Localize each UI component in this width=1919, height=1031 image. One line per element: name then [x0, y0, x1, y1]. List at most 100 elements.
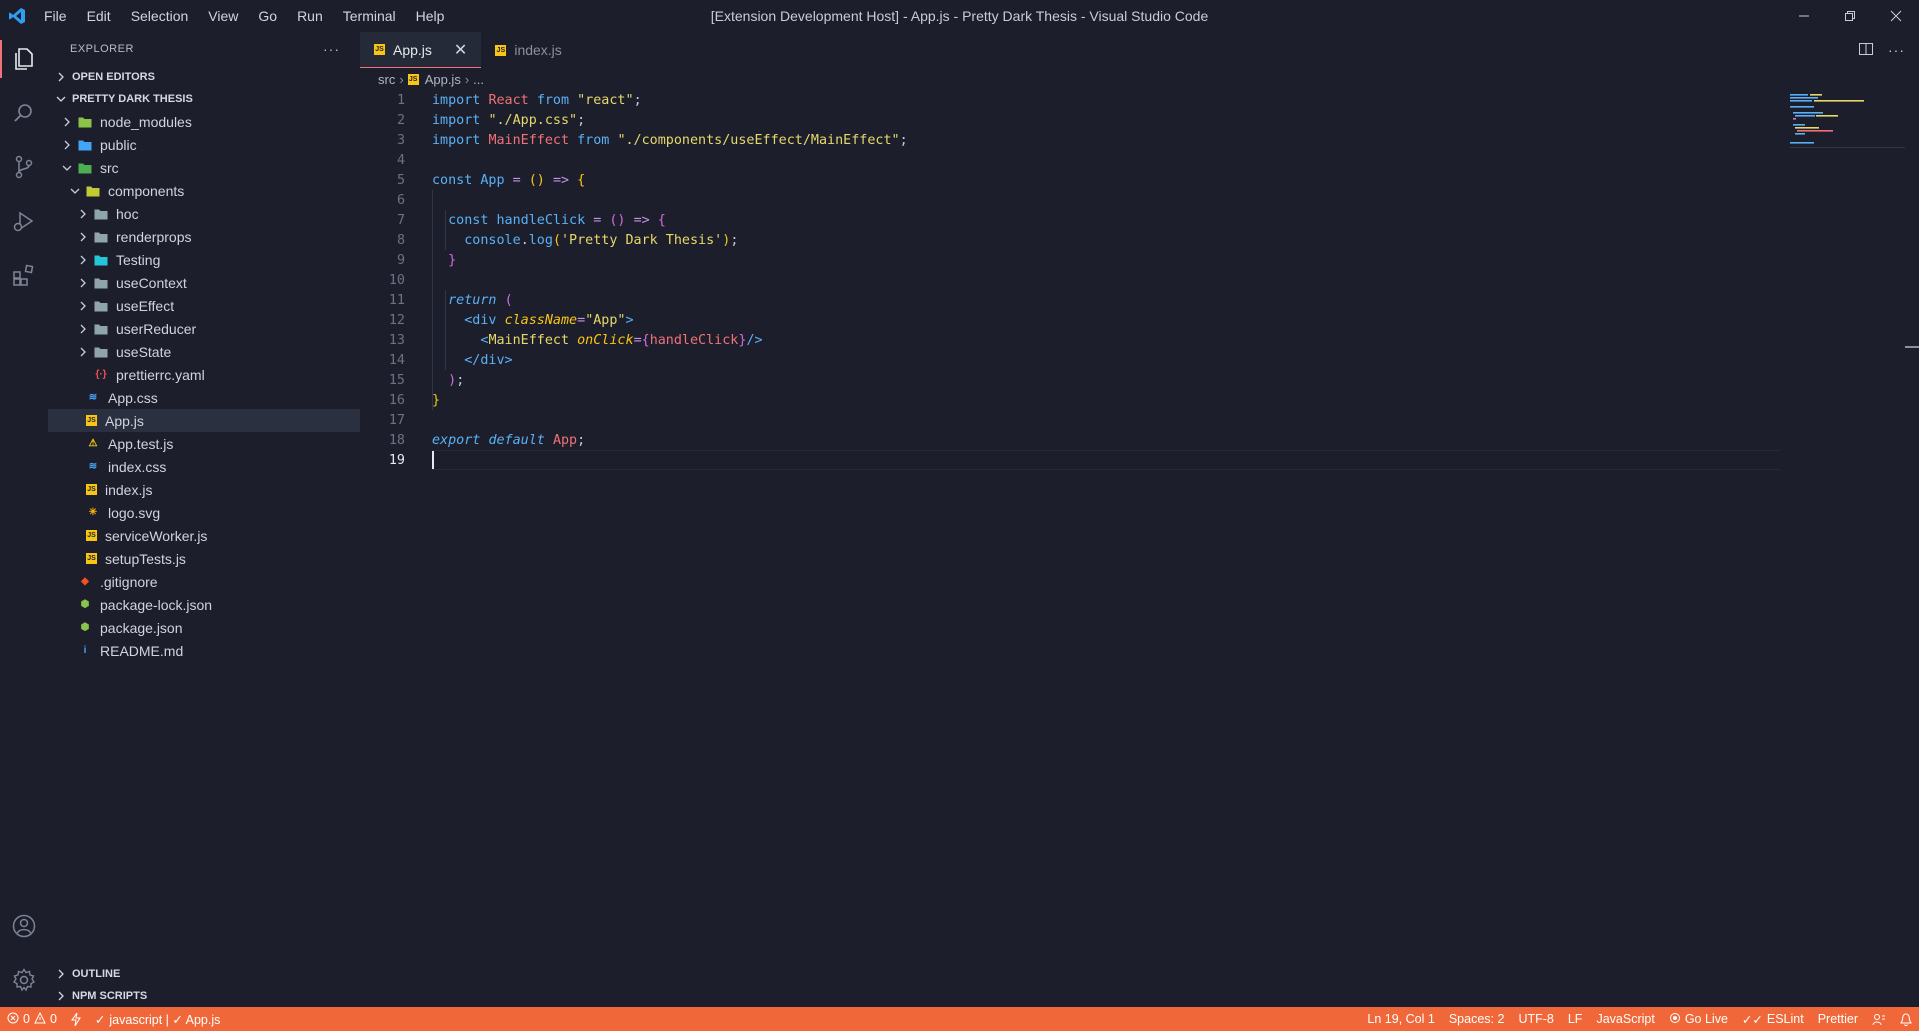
eslint-status[interactable]: ✓✓ ESLint — [1735, 1012, 1811, 1027]
code-token: = — [512, 172, 529, 188]
tree-file[interactable]: ✳ logo.svg — [48, 501, 360, 524]
tree-folder[interactable]: hoc — [48, 202, 360, 225]
tree-item-label: hoc — [116, 205, 139, 222]
tree-file[interactable]: {·} prettierrc.yaml — [48, 363, 360, 386]
menu-file[interactable]: File — [34, 0, 77, 32]
tree-folder[interactable]: Testing — [48, 248, 360, 271]
line-number: 2 — [396, 112, 405, 128]
code-text — [432, 451, 434, 469]
line-number: 1 — [396, 92, 405, 108]
menu-edit[interactable]: Edit — [77, 0, 121, 32]
tree-folder[interactable]: components — [48, 179, 360, 202]
go-live-button[interactable]: Go Live — [1662, 1012, 1735, 1027]
extensions-icon[interactable] — [0, 248, 48, 302]
cursor-position[interactable]: Ln 19, Col 1 — [1360, 1012, 1441, 1026]
explorer-sidebar: EXPLORER ··· OPEN EDITORS PRETTY DARK TH… — [48, 32, 360, 1007]
menu-run[interactable]: Run — [287, 0, 333, 32]
end-of-line[interactable]: LF — [1561, 1012, 1590, 1026]
tree-item-label: useContext — [116, 274, 187, 291]
code-text: <div className="App"> — [432, 313, 633, 328]
tree-file[interactable]: JS index.js — [48, 478, 360, 501]
code-token: const — [432, 172, 481, 188]
prettier-status[interactable]: Prettier — [1811, 1012, 1865, 1026]
tree-file[interactable]: ◆ .gitignore — [48, 570, 360, 593]
problems-indicator[interactable]: 0 0 — [0, 1011, 64, 1027]
tree-folder[interactable]: public — [48, 133, 360, 156]
line-number: 9 — [396, 252, 405, 268]
tab-app-js[interactable]: JS App.js ✕ — [360, 32, 482, 68]
breadcrumb-file[interactable]: App.js — [425, 72, 461, 87]
scrollbar-marker[interactable] — [1905, 346, 1919, 348]
code-token: ; — [577, 112, 586, 128]
chevron-right-icon — [60, 115, 74, 129]
tree-item-label: package.json — [100, 619, 183, 636]
indentation[interactable]: Spaces: 2 — [1442, 1012, 1512, 1026]
menu-help[interactable]: Help — [406, 0, 455, 32]
run-debug-icon[interactable] — [0, 194, 48, 248]
tree-folder[interactable]: useState — [48, 340, 360, 363]
minimap[interactable] — [1790, 90, 1905, 150]
tree-file[interactable]: ⚠ App.test.js — [48, 432, 360, 455]
language-check[interactable]: ✓ javascript | ✓ App.js — [88, 1012, 227, 1027]
tree-file[interactable]: JS setupTests.js — [48, 547, 360, 570]
settings-gear-icon[interactable] — [0, 953, 48, 1007]
tree-file[interactable]: JS App.js — [48, 409, 360, 432]
warning-icon — [34, 1011, 46, 1027]
source-control-icon[interactable] — [0, 140, 48, 194]
tree-file[interactable]: JS serviceWorker.js — [48, 524, 360, 547]
more-actions-icon[interactable]: ··· — [1888, 42, 1905, 58]
eslint-label: ESLint — [1766, 1012, 1804, 1026]
menu-terminal[interactable]: Terminal — [333, 0, 406, 32]
svg-file-icon: ✳ — [88, 507, 98, 518]
code-token: = — [633, 332, 642, 348]
code-editor[interactable]: 1 import React from "react"; 2 import "./Ap… — [360, 90, 1780, 990]
feedback-icon[interactable] — [1865, 1013, 1893, 1026]
menu-go[interactable]: Go — [248, 0, 287, 32]
restore-button[interactable] — [1827, 0, 1873, 32]
accounts-icon[interactable] — [0, 899, 48, 953]
tree-item-label: prettierrc.yaml — [116, 366, 205, 383]
lightning-icon[interactable] — [64, 1012, 88, 1026]
tree-file[interactable]: ⬢ package.json — [48, 616, 360, 639]
text-cursor — [432, 451, 434, 469]
tree-file[interactable]: ≋ index.css — [48, 455, 360, 478]
menu-view[interactable]: View — [198, 0, 248, 32]
tree-folder[interactable]: userReducer — [48, 317, 360, 340]
search-icon[interactable] — [0, 86, 48, 140]
explorer-icon[interactable] — [0, 32, 48, 86]
tree-folder[interactable]: src — [48, 156, 360, 179]
tree-file[interactable]: ≋ App.css — [48, 386, 360, 409]
outline-section[interactable]: OUTLINE — [48, 963, 360, 985]
code-token: onClick — [577, 332, 634, 348]
tree-folder[interactable]: useEffect — [48, 294, 360, 317]
tree-folder[interactable]: useContext — [48, 271, 360, 294]
split-editor-icon[interactable] — [1858, 41, 1874, 60]
file-tree: node_modules public src components hoc render… — [48, 110, 360, 662]
more-actions-icon[interactable]: ··· — [323, 41, 340, 57]
npm-scripts-section[interactable]: NPM SCRIPTS — [48, 985, 360, 1007]
close-window-button[interactable] — [1873, 0, 1919, 32]
code-text: ); — [432, 373, 464, 388]
tab-index-js[interactable]: JS index.js — [481, 32, 599, 68]
tree-item-label: App.css — [108, 389, 158, 406]
close-icon[interactable]: ✕ — [454, 40, 467, 60]
folder-icon — [94, 276, 108, 290]
tree-file[interactable]: ⬢ package-lock.json — [48, 593, 360, 616]
language-mode[interactable]: JavaScript — [1589, 1012, 1661, 1026]
code-token: console — [432, 232, 521, 248]
minimize-button[interactable] — [1781, 0, 1827, 32]
tree-folder[interactable]: node_modules — [48, 110, 360, 133]
code-token: React — [488, 92, 537, 108]
tree-file[interactable]: i README.md — [48, 639, 360, 662]
line-number: 3 — [396, 132, 405, 148]
project-section[interactable]: PRETTY DARK THESIS — [48, 88, 360, 110]
breadcrumb-folder[interactable]: src — [378, 72, 395, 87]
language-check-label: javascript | ✓ App.js — [109, 1012, 221, 1027]
open-editors-section[interactable]: OPEN EDITORS — [48, 66, 360, 88]
tree-folder[interactable]: renderprops — [48, 225, 360, 248]
breadcrumb-symbol[interactable]: ... — [473, 72, 484, 87]
menu-selection[interactable]: Selection — [121, 0, 199, 32]
bell-icon[interactable] — [1893, 1012, 1919, 1026]
encoding[interactable]: UTF-8 — [1511, 1012, 1560, 1026]
